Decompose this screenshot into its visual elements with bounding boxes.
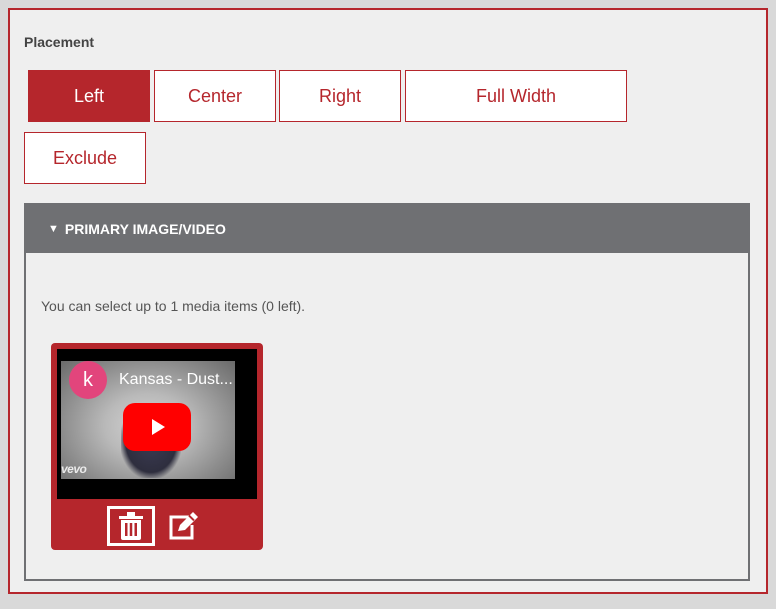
primary-media-section: ▼ PRIMARY IMAGE/VIDEO You can select up … — [24, 203, 750, 581]
delete-media-button[interactable] — [107, 506, 155, 546]
trash-icon — [119, 512, 143, 540]
video-thumbnail[interactable]: k Kansas - Dust... vevo — [57, 349, 257, 499]
media-item-actions — [51, 503, 263, 547]
primary-media-header[interactable]: ▼ PRIMARY IMAGE/VIDEO — [26, 205, 748, 253]
media-item-card: k Kansas - Dust... vevo — [51, 343, 263, 550]
media-limit-info: You can select up to 1 media items (0 le… — [41, 298, 306, 314]
placement-label: Placement — [24, 34, 95, 50]
edit-media-button[interactable] — [163, 506, 203, 546]
edit-icon — [169, 512, 198, 540]
placement-exclude-button[interactable]: Exclude — [24, 132, 146, 184]
collapse-triangle-icon: ▼ — [48, 223, 59, 235]
channel-avatar: k — [69, 361, 107, 399]
placement-left-button[interactable]: Left — [28, 70, 150, 122]
primary-media-title: PRIMARY IMAGE/VIDEO — [64, 221, 226, 237]
placement-center-button[interactable]: Center — [154, 70, 276, 122]
video-title: Kansas - Dust... — [119, 371, 233, 388]
placement-right-button[interactable]: Right — [279, 70, 401, 122]
placement-full-width-button[interactable]: Full Width — [405, 70, 627, 122]
embed-settings-panel: Placement Left Center Right Full Width E… — [8, 8, 768, 594]
play-button-icon[interactable] — [123, 403, 191, 451]
vevo-watermark: vevo — [61, 462, 87, 476]
